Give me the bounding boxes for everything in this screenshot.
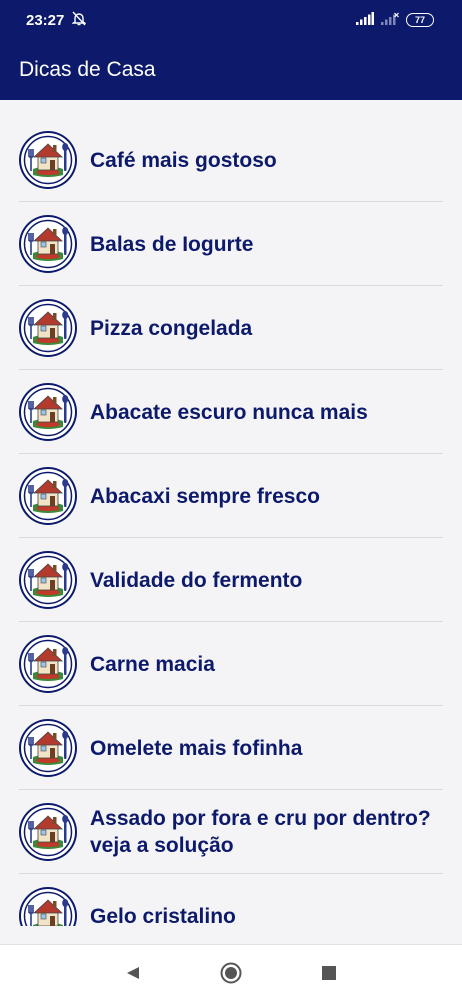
page-title: Dicas de Casa xyxy=(19,58,156,81)
status-bar: 23:27 77 xyxy=(0,0,462,40)
list-item[interactable]: Assado por fora e cru por dentro? veja a… xyxy=(0,790,462,874)
house-with-kitchen-utensils-icon xyxy=(19,719,77,777)
list-item-title: Abacate escuro nunca mais xyxy=(90,400,368,424)
battery-icon: 77 xyxy=(406,13,434,27)
house-with-kitchen-utensils-icon xyxy=(19,635,77,693)
list-item[interactable]: Carne macia xyxy=(0,622,462,706)
app-bar: Dicas de Casa xyxy=(0,40,462,100)
list-item-title: Assado por fora e cru por dentro? veja a… xyxy=(90,807,431,857)
list-item[interactable]: Abacaxi sempre fresco xyxy=(0,454,462,538)
status-left: 23:27 xyxy=(26,11,88,30)
cell-signal-icon xyxy=(356,11,374,29)
bell-off-icon xyxy=(71,11,88,30)
house-with-kitchen-utensils-icon xyxy=(19,467,77,525)
list-item[interactable]: Pizza congelada xyxy=(0,286,462,370)
list-item-title: Balas de Iogurte xyxy=(90,232,254,256)
list-item[interactable]: Abacate escuro nunca mais xyxy=(0,370,462,454)
list-item-title: Pizza congelada xyxy=(90,316,253,340)
tips-list[interactable]: Café mais gostoso Balas de Iogurte Pizza… xyxy=(0,118,462,926)
list-item[interactable]: Gelo cristalino xyxy=(0,874,462,926)
list-item-title: Gelo cristalino xyxy=(90,904,236,927)
cell-signal-secondary-icon xyxy=(381,12,399,29)
house-with-kitchen-utensils-icon xyxy=(19,383,77,441)
triangle-back-icon[interactable] xyxy=(115,955,151,991)
circle-home-icon[interactable] xyxy=(213,955,249,991)
status-time: 23:27 xyxy=(26,11,65,29)
house-with-kitchen-utensils-icon xyxy=(19,215,77,273)
list-item-title: Validade do fermento xyxy=(90,568,303,592)
list-item[interactable]: Balas de Iogurte xyxy=(0,202,462,286)
list-item[interactable]: Café mais gostoso xyxy=(0,118,462,202)
house-with-kitchen-utensils-icon xyxy=(19,299,77,357)
list-item-title: Carne macia xyxy=(90,652,215,676)
house-with-kitchen-utensils-icon xyxy=(19,551,77,609)
list-item-title: Omelete mais fofinha xyxy=(90,736,303,760)
house-with-kitchen-utensils-icon xyxy=(19,887,77,926)
list-item-title: Abacaxi sempre fresco xyxy=(90,484,320,508)
list-item-title: Café mais gostoso xyxy=(90,148,277,172)
list-item[interactable]: Validade do fermento xyxy=(0,538,462,622)
square-recents-icon[interactable] xyxy=(311,955,347,991)
list-item[interactable]: Omelete mais fofinha xyxy=(0,706,462,790)
house-with-kitchen-utensils-icon xyxy=(19,131,77,189)
house-with-kitchen-utensils-icon xyxy=(19,803,77,861)
status-right: 77 xyxy=(356,11,434,29)
system-nav-bar xyxy=(0,944,462,1000)
